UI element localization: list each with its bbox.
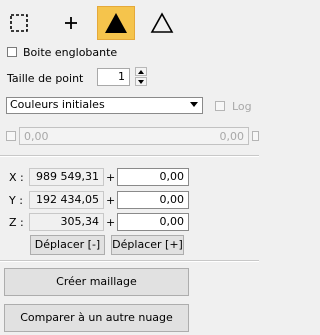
x-label: X : (9, 171, 24, 184)
point-size-spinner[interactable] (135, 67, 147, 87)
spin-up-icon[interactable] (135, 67, 147, 76)
move-plus-button[interactable]: Déplacer [+] (111, 235, 184, 255)
range-min-value: 0,00 (24, 130, 49, 143)
separator (0, 260, 259, 262)
tool-dashed-rectangle[interactable] (0, 6, 38, 40)
plus-icon (63, 15, 79, 31)
y-offset-input[interactable]: 0,00 (117, 191, 189, 209)
chevron-down-icon (190, 102, 198, 107)
y-plus-sign: + (106, 194, 116, 207)
outline-triangle-icon (149, 11, 175, 35)
move-minus-button[interactable]: Déplacer [-] (30, 235, 105, 255)
y-value: 192 434,05 (29, 191, 104, 209)
x-value: 989 549,31 (29, 168, 104, 186)
log-label: Log (232, 100, 252, 113)
range-slider[interactable]: 0,00 0,00 (19, 127, 249, 145)
separator (0, 155, 259, 157)
y-label: Y : (9, 194, 23, 207)
point-size-label: Taille de point (7, 72, 84, 85)
tool-plus[interactable] (52, 6, 90, 40)
dashed-rectangle-icon (9, 13, 29, 33)
bounding-box-label: Boite englobante (23, 46, 118, 59)
point-size-input[interactable]: 1 (97, 68, 130, 86)
z-value: 305,34 (29, 213, 104, 231)
tool-filled-triangle[interactable] (97, 6, 135, 40)
log-checkbox[interactable] (215, 101, 225, 111)
z-label: Z : (9, 216, 24, 229)
range-min-checkbox[interactable] (6, 131, 16, 141)
create-mesh-button[interactable]: Créer maillage (4, 268, 189, 296)
compare-cloud-button[interactable]: Comparer à un autre nuage (4, 304, 189, 332)
x-plus-sign: + (106, 171, 116, 184)
x-offset-input[interactable]: 0,00 (117, 168, 189, 186)
z-offset-input[interactable]: 0,00 (117, 213, 189, 231)
range-max-value: 0,00 (219, 130, 245, 143)
tool-outline-triangle[interactable] (143, 6, 181, 40)
bounding-box-checkbox[interactable] (7, 47, 17, 57)
z-plus-sign: + (106, 216, 116, 229)
range-max-checkbox[interactable] (252, 131, 259, 141)
filled-triangle-icon (103, 11, 129, 35)
color-mode-select[interactable]: Couleurs initiales (6, 97, 203, 114)
color-mode-value: Couleurs initiales (10, 98, 105, 111)
spin-down-icon[interactable] (135, 77, 147, 86)
